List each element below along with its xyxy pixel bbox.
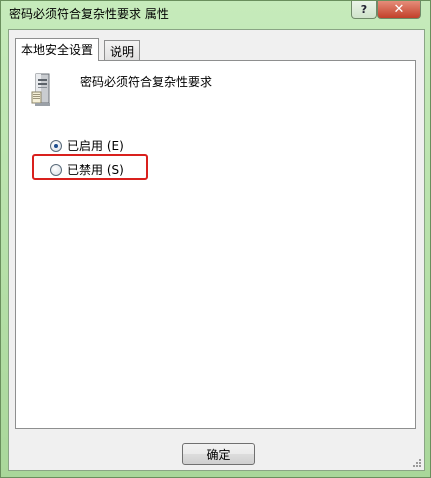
close-icon: ✕ xyxy=(393,2,405,17)
help-icon: ? xyxy=(360,3,368,16)
ok-button-label: 确定 xyxy=(206,447,231,462)
radio-label-enabled: 已启用 (E) xyxy=(67,139,124,153)
tab-panel: 密码必须符合复杂性要求 已启用 (E) 已禁用 (S) xyxy=(15,60,416,429)
server-icon xyxy=(31,73,50,106)
red-highlight-box xyxy=(32,154,148,180)
dialog-client-area: 本地安全设置 说明 密码必须符合复杂性要求 已启用 (E) 已禁用 (S) 确定 xyxy=(8,29,425,471)
radio-enabled[interactable]: 已启用 (E) xyxy=(50,137,124,154)
window-title: 密码必须符合复杂性要求 属性 xyxy=(9,7,169,21)
properties-dialog: 密码必须符合复杂性要求 属性 ? ✕ 本地安全设置 说明 密码必须符合复杂性要求… xyxy=(0,0,431,478)
title-bar[interactable]: 密码必须符合复杂性要求 属性 ? ✕ xyxy=(1,1,430,23)
help-button[interactable]: ? xyxy=(351,1,377,19)
policy-name: 密码必须符合复杂性要求 xyxy=(80,75,213,89)
tab-label: 说明 xyxy=(110,45,135,59)
close-button[interactable]: ✕ xyxy=(377,1,421,19)
resize-grip-icon[interactable] xyxy=(410,456,422,468)
ok-button[interactable]: 确定 xyxy=(182,443,255,465)
radio-button-checked[interactable] xyxy=(50,139,62,152)
tab-local-security-setting[interactable]: 本地安全设置 xyxy=(15,38,100,61)
tab-explain[interactable]: 说明 xyxy=(104,40,141,60)
tab-label: 本地安全设置 xyxy=(21,43,94,57)
